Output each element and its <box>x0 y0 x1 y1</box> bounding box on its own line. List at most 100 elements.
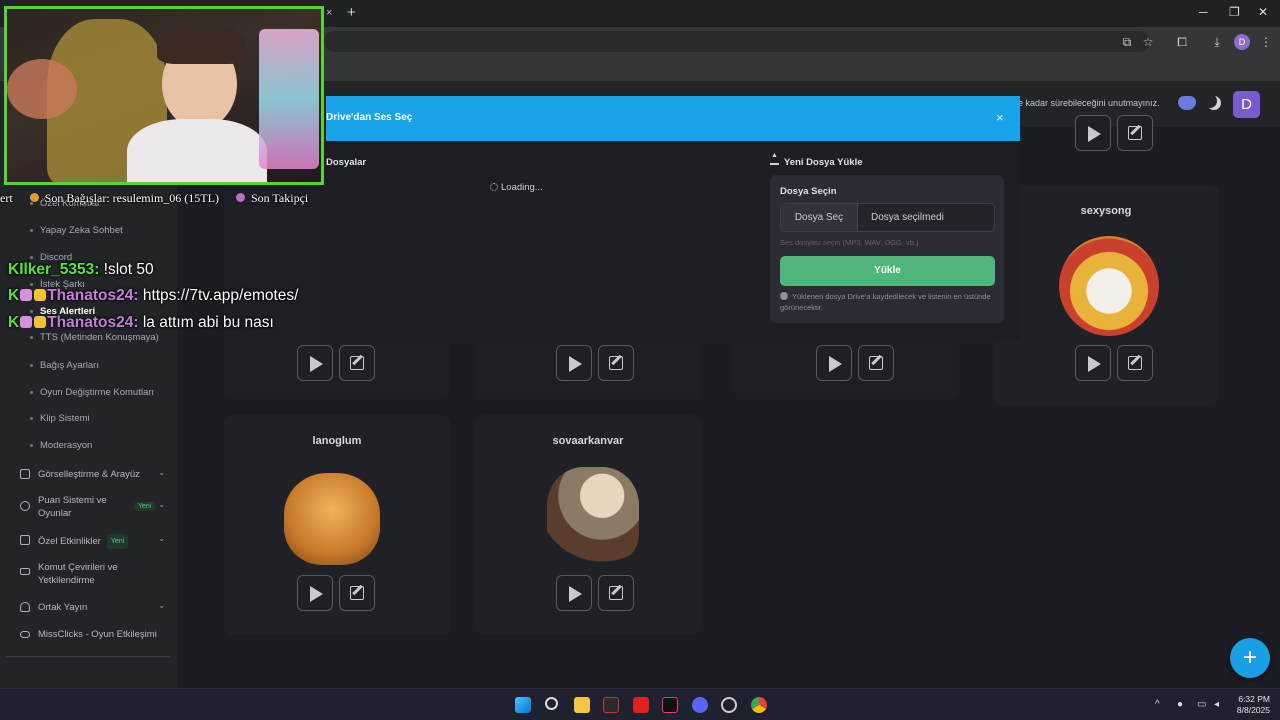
chat-text: https://7tv.app/emotes/ <box>142 287 299 304</box>
sidebar-item-moderasyon[interactable]: Moderasyon <box>29 440 92 451</box>
upload-info: Yüklenen dosya Drive'a kaydedilecek ve l… <box>780 291 995 313</box>
users-icon <box>20 602 30 612</box>
modal-close-button[interactable]: × <box>996 110 1004 125</box>
edit-button[interactable] <box>1117 345 1153 381</box>
browser-menu-icon[interactable]: ⋮ <box>1258 34 1274 50</box>
play-icon <box>829 356 842 372</box>
chrome-icon[interactable] <box>751 697 767 713</box>
sound-thumbnail-penguin <box>1059 236 1159 336</box>
heart-icon <box>235 193 245 202</box>
sidebar-item-bagis-ayarlari[interactable]: Bağış Ayarları <box>30 360 99 371</box>
calendar-icon <box>20 535 30 545</box>
extensions-icon[interactable]: ⧠ <box>1174 34 1190 50</box>
file-explorer-icon[interactable] <box>574 697 590 713</box>
stream-ticker: ert Son Bağışlar: resulemim_06 (15TL) So… <box>0 191 308 206</box>
ticker-followers: Son Takipçi <box>250 191 309 205</box>
volume-icon[interactable]: ◂ <box>1214 699 1219 710</box>
sidebar-item-oyun-degistirme[interactable]: Oyun Değiştirme Komutları <box>29 387 154 398</box>
search-icon[interactable] <box>545 697 558 710</box>
tiktok-icon[interactable] <box>662 697 678 713</box>
edit-button[interactable] <box>1117 115 1153 151</box>
sidebar-category-komut-cevirileri[interactable]: Komut Çevirileri ve Yetkilendirme <box>20 561 165 587</box>
window-restore-button[interactable]: ❐ <box>1229 5 1240 19</box>
card-title: sexysong <box>1080 205 1132 217</box>
edit-icon <box>350 356 364 370</box>
tab-close-button[interactable]: × <box>326 7 332 19</box>
window-close-button[interactable]: ✕ <box>1258 5 1268 19</box>
modal-body: Dosyalar Loading... Yeni Dosya Yükle Dos… <box>326 141 1020 341</box>
category-label: MissClicks - Oyun Etkileşimi <box>38 629 157 640</box>
url-input[interactable] <box>324 31 1150 52</box>
sidebar-item-yapay-zeka[interactable]: Yapay Zeka Sohbet <box>30 225 123 236</box>
play-icon <box>569 356 582 372</box>
sound-thumbnail-character <box>547 467 639 563</box>
sidebar-category-missclicks[interactable]: MissClicks - Oyun Etkileşimi <box>20 628 165 642</box>
chat-text: !slot 50 <box>103 261 154 278</box>
sidebar-category-ozel-etkinlikler[interactable]: Özel Etkinlikler Yeni ⌄ <box>20 534 165 549</box>
edit-icon <box>609 356 623 370</box>
profile-avatar-icon[interactable]: D <box>1234 34 1250 50</box>
ticker-fragment: ert <box>0 191 13 205</box>
window-minimize-button[interactable]: ─ <box>1199 5 1208 19</box>
new-badge: Yeni <box>106 534 129 549</box>
play-icon <box>1088 126 1101 142</box>
play-icon <box>569 586 582 602</box>
bookmark-star-icon[interactable]: ☆ <box>1140 34 1156 50</box>
edit-button[interactable] <box>598 345 634 381</box>
play-button[interactable] <box>1075 345 1111 381</box>
play-button[interactable] <box>297 345 333 381</box>
download-icon[interactable]: ⤓ <box>1209 34 1225 50</box>
youtube-icon[interactable] <box>633 697 649 713</box>
edit-icon <box>1128 126 1142 140</box>
discord-icon[interactable] <box>1178 96 1196 110</box>
theme-toggle-icon[interactable] <box>1207 96 1221 110</box>
upload-icon <box>770 152 779 165</box>
upload-heading: Yeni Dosya Yükle <box>770 152 863 168</box>
clock-date: 8/8/2025 <box>1236 705 1270 715</box>
sidebar-item-klip-sistemi[interactable]: Klip Sistemi <box>30 413 90 424</box>
network-icon[interactable]: ▭ <box>1197 699 1206 710</box>
app-icon[interactable] <box>603 697 619 713</box>
sidebar-category-puan-sistemi[interactable]: Puan Sistemi ve Oyunlar Yeni ⌄ <box>20 494 165 520</box>
keyboard-icon <box>20 568 30 575</box>
taskbar-clock[interactable]: 6:32 PM 8/8/2025 <box>1228 694 1270 716</box>
sidebar-category-ortak-yayin[interactable]: Ortak Yayın ⌄ <box>20 601 165 615</box>
edit-button[interactable] <box>598 575 634 611</box>
edit-button[interactable] <box>858 345 894 381</box>
tray-overflow-icon[interactable]: ^ <box>1155 699 1160 710</box>
loading-text: Loading... <box>501 182 543 193</box>
new-badge: Yeni <box>134 502 156 511</box>
upload-button[interactable]: Yükle <box>780 256 995 286</box>
edit-button[interactable] <box>339 575 375 611</box>
microphone-icon[interactable]: ● <box>1177 699 1183 710</box>
loading-indicator: Loading... <box>490 182 543 193</box>
chevron-down-icon: ⌄ <box>158 468 165 477</box>
choose-file-button[interactable]: Dosya Seç <box>781 204 858 231</box>
file-input[interactable]: Dosya Seç Dosya seçilmedi <box>780 203 995 232</box>
category-label: Puan Sistemi ve Oyunlar <box>38 495 107 519</box>
sound-thumbnail-chips <box>284 473 380 565</box>
play-icon <box>1088 356 1101 372</box>
steam-icon[interactable] <box>721 697 737 713</box>
edit-button[interactable] <box>339 345 375 381</box>
sidebar-item-tts[interactable]: TTS (Metinden Konuşmaya) <box>30 332 159 343</box>
play-button[interactable] <box>1075 115 1111 151</box>
user-avatar[interactable]: D <box>1233 91 1260 118</box>
new-tab-button[interactable]: + <box>347 4 356 21</box>
vip-badge-icon <box>34 289 47 301</box>
sidebar-category-gorsellestirme[interactable]: Görselleştirme & Arayüz ⌄ <box>20 468 165 482</box>
sidebar-divider <box>6 656 170 657</box>
modal-header: Drive'dan Ses Seç × <box>326 96 1020 141</box>
chat-text: la attım abi bu nası <box>142 314 274 331</box>
chat-message: KIlker_5353: !slot 50 <box>8 261 154 279</box>
discord-taskbar-icon[interactable] <box>692 697 708 713</box>
add-sound-button[interactable]: + <box>1230 638 1270 678</box>
chat-platform-icon: K <box>8 261 20 278</box>
play-button[interactable] <box>297 575 333 611</box>
play-button[interactable] <box>816 345 852 381</box>
install-app-icon[interactable]: ⧉ <box>1119 34 1135 50</box>
start-icon[interactable] <box>515 697 531 713</box>
play-button[interactable] <box>556 345 592 381</box>
coin-icon <box>29 193 39 202</box>
play-button[interactable] <box>556 575 592 611</box>
